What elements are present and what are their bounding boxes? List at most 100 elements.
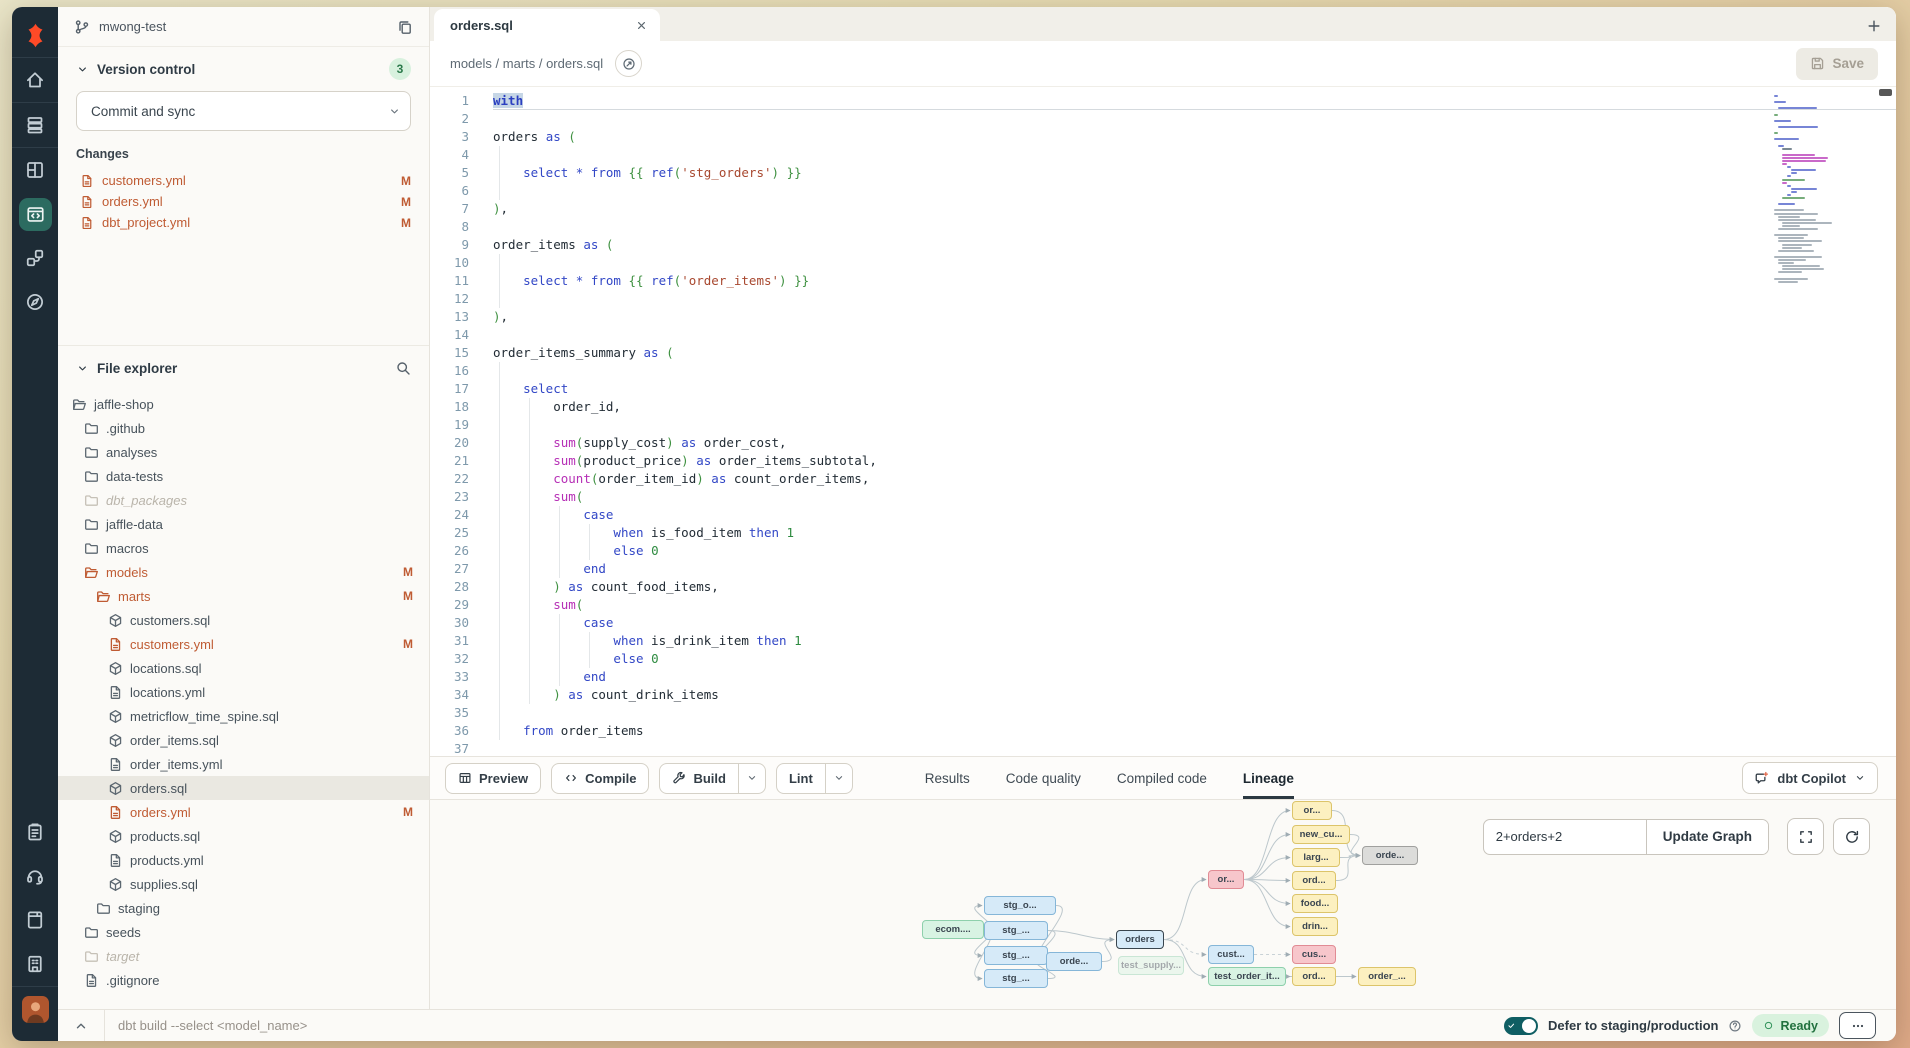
nav-item-apps[interactable] — [12, 148, 58, 192]
nav-item-support[interactable] — [12, 854, 58, 898]
tree-item-dbt_packages[interactable]: dbt_packages — [58, 488, 429, 512]
lineage-node-g_orde[interactable]: orde... — [1362, 846, 1418, 865]
help-icon[interactable] — [1728, 1019, 1742, 1033]
nav-item-documentation[interactable] — [12, 898, 58, 942]
tree-item-orders.yml[interactable]: orders.ymlM — [58, 800, 429, 824]
refresh-button[interactable] — [1833, 818, 1870, 855]
fullscreen-button[interactable] — [1787, 818, 1824, 855]
nav-item-explore[interactable] — [12, 280, 58, 324]
changed-file-dbt_project.yml[interactable]: dbt_project.yml M — [76, 212, 411, 233]
new-tab-button[interactable] — [1866, 18, 1882, 34]
tree-item-customers.sql[interactable]: customers.sql — [58, 608, 429, 632]
nav-item-home[interactable] — [12, 58, 58, 102]
copy-icon[interactable] — [397, 19, 413, 35]
lineage-node-y_order[interactable]: order_... — [1358, 967, 1416, 986]
code-line — [493, 326, 1896, 344]
code-editor[interactable]: 1234567891011121314151617181920212223242… — [430, 87, 1896, 756]
close-icon[interactable] — [635, 19, 648, 32]
lineage-node-y_food[interactable]: food... — [1292, 894, 1338, 913]
lineage-node-y_ord2[interactable]: ord... — [1292, 967, 1336, 986]
lineage-node-ecom[interactable]: ecom.... — [922, 920, 984, 939]
tree-item-analyses[interactable]: analyses — [58, 440, 429, 464]
commit-and-sync-button[interactable]: Commit and sync — [76, 91, 411, 131]
version-control-header[interactable]: Version control 3 — [76, 51, 411, 87]
tree-item-products.yml[interactable]: products.yml — [58, 848, 429, 872]
tree-item-marts[interactable]: martsM — [58, 584, 429, 608]
save-button[interactable]: Save — [1796, 48, 1878, 80]
lineage-node-y_new[interactable]: new_cu... — [1292, 825, 1350, 844]
lineage-node-stg_1[interactable]: stg_... — [984, 921, 1048, 940]
lineage-node-orp[interactable]: or... — [1208, 870, 1244, 889]
expand-command-bar-button[interactable] — [58, 1010, 105, 1041]
tree-item-seeds[interactable]: seeds — [58, 920, 429, 944]
chevron-down-icon[interactable] — [378, 92, 410, 130]
tree-item-label: jaffle-data — [106, 517, 163, 532]
chevron-down-icon[interactable] — [825, 764, 852, 793]
changed-file-orders.yml[interactable]: orders.yml M — [76, 191, 411, 212]
tree-item-customers.yml[interactable]: customers.ymlM — [58, 632, 429, 656]
open-in-lineage-icon[interactable] — [615, 50, 642, 77]
tree-item-supplies.sql[interactable]: supplies.sql — [58, 872, 429, 896]
tree-item-target[interactable]: target — [58, 944, 429, 968]
tree-item-metricflow_time_spine.sql[interactable]: metricflow_time_spine.sql — [58, 704, 429, 728]
preview-button[interactable]: Preview — [445, 763, 541, 794]
nav-item-orchestration[interactable] — [12, 236, 58, 280]
nav-item-environments[interactable] — [12, 103, 58, 147]
lineage-node-stg_3[interactable]: stg_... — [984, 969, 1048, 988]
lineage-node-orders[interactable]: orders — [1116, 930, 1164, 949]
lint-button[interactable]: Lint — [776, 763, 853, 794]
lineage-panel[interactable]: ecom....stg_o...stg_...stg_...stg_...ord… — [430, 800, 1896, 1009]
nav-item-studio-ide[interactable] — [12, 192, 58, 236]
lineage-node-y_or[interactable]: or... — [1292, 801, 1332, 820]
tree-item-staging[interactable]: staging — [58, 896, 429, 920]
tree-item-models[interactable]: modelsM — [58, 560, 429, 584]
command-input[interactable]: dbt build --select <model_name> — [105, 1018, 307, 1033]
tree-item-.gitignore[interactable]: .gitignore — [58, 968, 429, 992]
tree-item-jaffle-data[interactable]: jaffle-data — [58, 512, 429, 536]
nav-item-changelog[interactable] — [12, 810, 58, 854]
tree-item-macros[interactable]: macros — [58, 536, 429, 560]
code-line: sum(supply_cost) as order_cost, — [493, 434, 1896, 452]
file-explorer-header[interactable]: File explorer — [58, 350, 429, 386]
code-content[interactable]: withorders as ( select * from {{ ref('st… — [482, 87, 1896, 756]
lineage-node-y_drin[interactable]: drin... — [1292, 917, 1338, 936]
lineage-node-stg_2[interactable]: stg_... — [984, 946, 1048, 965]
defer-toggle[interactable] — [1504, 1017, 1538, 1035]
tab-lineage[interactable]: Lineage — [1243, 757, 1294, 799]
tab-orders-sql[interactable]: orders.sql — [434, 9, 660, 41]
tree-item-jaffle-shop[interactable]: jaffle-shop — [58, 392, 429, 416]
lineage-node-y_ord[interactable]: ord... — [1292, 871, 1336, 890]
nav-item-notifications[interactable] — [12, 942, 58, 986]
scrollbar-thumb[interactable] — [1879, 89, 1892, 96]
tree-item-products.sql[interactable]: products.sql — [58, 824, 429, 848]
dbt-copilot-button[interactable]: dbt Copilot — [1742, 762, 1878, 794]
lineage-node-tsupply[interactable]: test_supply... — [1118, 956, 1184, 975]
lineage-selector-input[interactable] — [1484, 820, 1646, 854]
tree-item-orders.sql[interactable]: orders.sql — [58, 776, 429, 800]
lineage-node-tord[interactable]: test_order_it... — [1208, 967, 1286, 986]
changed-file-customers.yml[interactable]: customers.yml M — [76, 170, 411, 191]
lineage-node-cust[interactable]: cust... — [1208, 945, 1254, 964]
chevron-down-icon[interactable] — [738, 764, 765, 793]
tree-item-locations.yml[interactable]: locations.yml — [58, 680, 429, 704]
tab-compiled-code[interactable]: Compiled code — [1117, 757, 1207, 799]
update-graph-button[interactable]: Update Graph — [1646, 820, 1768, 854]
search-icon[interactable] — [395, 360, 411, 376]
tree-item-data-tests[interactable]: data-tests — [58, 464, 429, 488]
tab-code-quality[interactable]: Code quality — [1006, 757, 1081, 799]
tree-item-locations.sql[interactable]: locations.sql — [58, 656, 429, 680]
lineage-node-y_larg[interactable]: larg... — [1292, 848, 1340, 867]
nav-item-dbt-logo[interactable] — [12, 13, 58, 57]
lineage-node-orde[interactable]: orde... — [1046, 952, 1102, 971]
tab-results[interactable]: Results — [925, 757, 970, 799]
more-options-button[interactable] — [1839, 1012, 1876, 1039]
nav-item-user-avatar[interactable] — [12, 987, 58, 1031]
tree-item-order_items.yml[interactable]: order_items.yml — [58, 752, 429, 776]
minimap[interactable] — [1774, 95, 1838, 284]
tree-item-order_items.sql[interactable]: order_items.sql — [58, 728, 429, 752]
lineage-node-cusp[interactable]: cus... — [1292, 945, 1336, 964]
tree-item-.github[interactable]: .github — [58, 416, 429, 440]
build-button[interactable]: Build — [659, 763, 766, 794]
compile-button[interactable]: Compile — [551, 763, 649, 794]
lineage-node-stg_o[interactable]: stg_o... — [984, 896, 1056, 915]
